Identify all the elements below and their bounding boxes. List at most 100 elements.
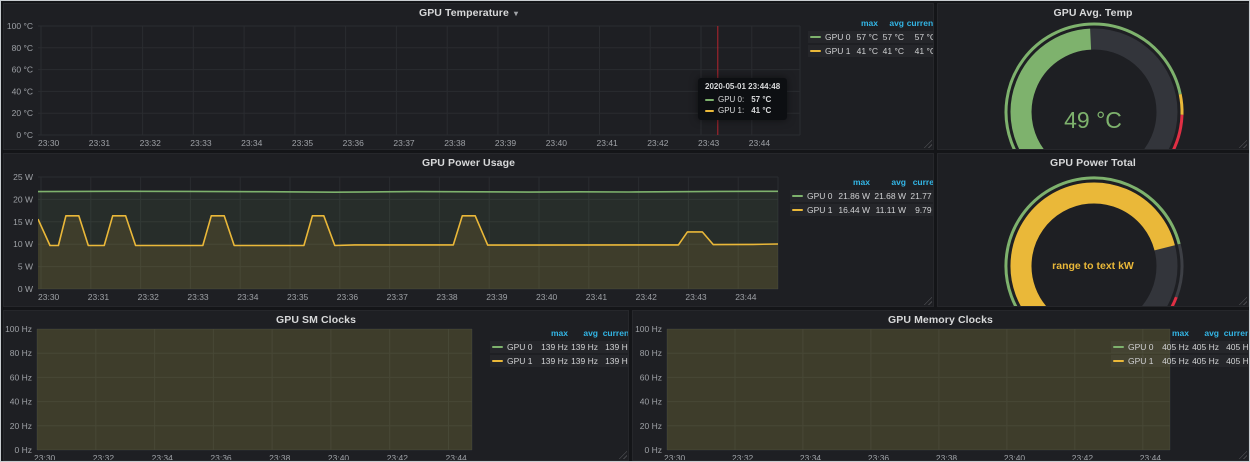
svg-text:0 Hz: 0 Hz	[645, 445, 662, 455]
legend-series-gpu0[interactable]: GPU 0	[792, 191, 834, 201]
svg-text:23:30: 23:30	[34, 453, 56, 461]
svg-text:23:41: 23:41	[597, 138, 619, 148]
legend-gpu-sm-clocks: max avg current GPU 0 139 Hz 139 Hz 139 …	[490, 327, 629, 367]
panel-gpu-avg-temp: GPU Avg. Temp 49 °C	[937, 3, 1249, 150]
svg-text:80 °C: 80 °C	[12, 43, 33, 53]
series-swatch-icon	[1113, 360, 1124, 362]
legend-row-gpu1: GPU 1 405 Hz 405 Hz 405 Hz	[1111, 355, 1249, 367]
legend-series-gpu0[interactable]: GPU 0	[492, 342, 538, 352]
svg-text:23:38: 23:38	[936, 453, 958, 461]
legend-header-current[interactable]: current	[1224, 328, 1249, 338]
svg-text:23:31: 23:31	[88, 292, 110, 302]
svg-text:23:30: 23:30	[38, 138, 60, 148]
svg-text:23:35: 23:35	[287, 292, 309, 302]
panel-title-gpu-memory-clocks[interactable]: GPU Memory Clocks	[633, 314, 1248, 326]
legend-header-max[interactable]: max	[551, 328, 568, 338]
svg-text:23:36: 23:36	[343, 138, 365, 148]
gauge-value-temp: 49 °C	[938, 107, 1248, 134]
legend-value: 139 Hz	[605, 342, 629, 352]
legend-series-gpu0[interactable]: GPU 0	[1113, 342, 1159, 352]
legend-value: 139 Hz	[571, 356, 598, 366]
svg-text:80 Hz: 80 Hz	[10, 348, 32, 358]
legend-value: 21.77 W	[910, 191, 934, 201]
series-swatch-icon	[705, 99, 714, 101]
svg-text:23:44: 23:44	[749, 138, 771, 148]
series-swatch-icon	[810, 50, 821, 52]
panel-title-gpu-power-usage[interactable]: GPU Power Usage	[4, 157, 933, 169]
svg-text:40 Hz: 40 Hz	[640, 397, 662, 407]
legend-header-max[interactable]: max	[861, 18, 878, 28]
legend-value: 139 Hz	[571, 342, 598, 352]
svg-text:23:36: 23:36	[868, 453, 890, 461]
chevron-down-icon[interactable]: ▾	[514, 9, 518, 18]
legend-header-max[interactable]: max	[1172, 328, 1189, 338]
svg-text:23:34: 23:34	[237, 292, 259, 302]
svg-text:60 Hz: 60 Hz	[640, 372, 662, 382]
legend-row-gpu1: GPU 1 41 °C 41 °C 41 °C	[808, 45, 934, 57]
legend-header-max[interactable]: max	[853, 177, 870, 187]
series-swatch-icon	[705, 110, 714, 112]
panel-title-gpu-power-total[interactable]: GPU Power Total	[938, 157, 1248, 169]
legend-value: 139 Hz	[541, 356, 568, 366]
svg-text:23:34: 23:34	[241, 138, 263, 148]
svg-text:23:42: 23:42	[1072, 453, 1094, 461]
svg-text:20 Hz: 20 Hz	[10, 421, 32, 431]
panel-title-gpu-avg-temp[interactable]: GPU Avg. Temp	[938, 7, 1248, 19]
legend-header: max avg current	[490, 327, 629, 339]
legend-header-avg[interactable]: avg	[583, 328, 598, 338]
legend-value: 57 °C	[857, 32, 878, 42]
legend-row-gpu0: GPU 0 57 °C 57 °C 57 °C	[808, 31, 934, 43]
svg-text:23:42: 23:42	[636, 292, 658, 302]
svg-text:0 W: 0 W	[18, 284, 33, 294]
gpu-power-total-gauge	[938, 154, 1249, 307]
legend-header-avg[interactable]: avg	[1204, 328, 1219, 338]
legend-series-gpu1[interactable]: GPU 1	[792, 205, 834, 215]
svg-text:23:38: 23:38	[444, 138, 466, 148]
tooltip-timestamp: 2020-05-01 23:44:48	[705, 82, 780, 91]
legend-header-avg[interactable]: avg	[891, 177, 906, 187]
legend-header-current[interactable]: current	[603, 328, 629, 338]
panel-title-gpu-temperature[interactable]: GPU Temperature▾	[4, 7, 933, 19]
legend-series-gpu1[interactable]: GPU 1	[492, 356, 538, 366]
legend-row-gpu0: GPU 0 405 Hz 405 Hz 405 Hz	[1111, 341, 1249, 353]
legend-value: 41 °C	[883, 46, 904, 56]
chart-tooltip: 2020-05-01 23:44:48 GPU 0: 57 °C GPU 1: …	[698, 78, 787, 120]
legend-row-gpu1: GPU 1 139 Hz 139 Hz 139 Hz	[490, 355, 629, 367]
svg-text:23:35: 23:35	[292, 138, 314, 148]
svg-text:23:37: 23:37	[387, 292, 409, 302]
legend-value: 41 °C	[915, 46, 934, 56]
svg-text:23:39: 23:39	[495, 138, 517, 148]
tooltip-row-gpu1: GPU 1: 41 °C	[705, 105, 780, 116]
svg-text:23:44: 23:44	[735, 292, 757, 302]
panel-title-gpu-sm-clocks[interactable]: GPU SM Clocks	[4, 314, 628, 326]
svg-text:40 Hz: 40 Hz	[10, 397, 32, 407]
legend-header-current[interactable]: current	[907, 18, 934, 28]
svg-text:0 °C: 0 °C	[16, 130, 33, 140]
svg-text:100 °C: 100 °C	[7, 21, 33, 31]
legend-header-current[interactable]: current	[913, 177, 934, 187]
svg-text:0 Hz: 0 Hz	[15, 445, 32, 455]
panel-gpu-temperature: GPU Temperature▾ 0 °C20 °C40 °C60 °C80 °…	[3, 3, 934, 150]
legend-row-gpu0: GPU 0 139 Hz 139 Hz 139 Hz	[490, 341, 629, 353]
panel-title-text: GPU Power Usage	[422, 157, 515, 169]
legend-gpu-power-usage: max avg current GPU 0 21.86 W 21.68 W 21…	[790, 176, 934, 216]
panel-gpu-power-total: GPU Power Total range to text kW	[937, 153, 1249, 307]
svg-text:23:31: 23:31	[89, 138, 111, 148]
svg-text:23:32: 23:32	[138, 292, 160, 302]
svg-text:80 Hz: 80 Hz	[640, 348, 662, 358]
panel-gpu-power-usage: GPU Power Usage 0 W5 W10 W15 W20 W25 W23…	[3, 153, 934, 307]
svg-text:23:33: 23:33	[187, 292, 209, 302]
svg-text:23:40: 23:40	[536, 292, 558, 302]
legend-series-gpu1[interactable]: GPU 1	[810, 46, 852, 56]
legend-gpu-temperature: max avg current GPU 0 57 °C 57 °C 57 °C …	[808, 17, 934, 57]
legend-series-gpu1[interactable]: GPU 1	[1113, 356, 1159, 366]
grafana-gpu-dashboard: { "colors": { "series_green": "#7eb26d",…	[0, 0, 1250, 462]
legend-header-avg[interactable]: avg	[889, 18, 904, 28]
gpu-temperature-chart[interactable]: 0 °C20 °C40 °C60 °C80 °C100 °C23:3023:31…	[4, 4, 934, 150]
svg-text:23:38: 23:38	[436, 292, 458, 302]
svg-text:23:32: 23:32	[93, 453, 115, 461]
legend-row-gpu1: GPU 1 16.44 W 11.11 W 9.79 W	[790, 204, 934, 216]
legend-series-gpu0[interactable]: GPU 0	[810, 32, 852, 42]
svg-text:23:34: 23:34	[800, 453, 822, 461]
panel-gpu-memory-clocks: GPU Memory Clocks 0 Hz20 Hz40 Hz60 Hz80 …	[632, 310, 1249, 461]
